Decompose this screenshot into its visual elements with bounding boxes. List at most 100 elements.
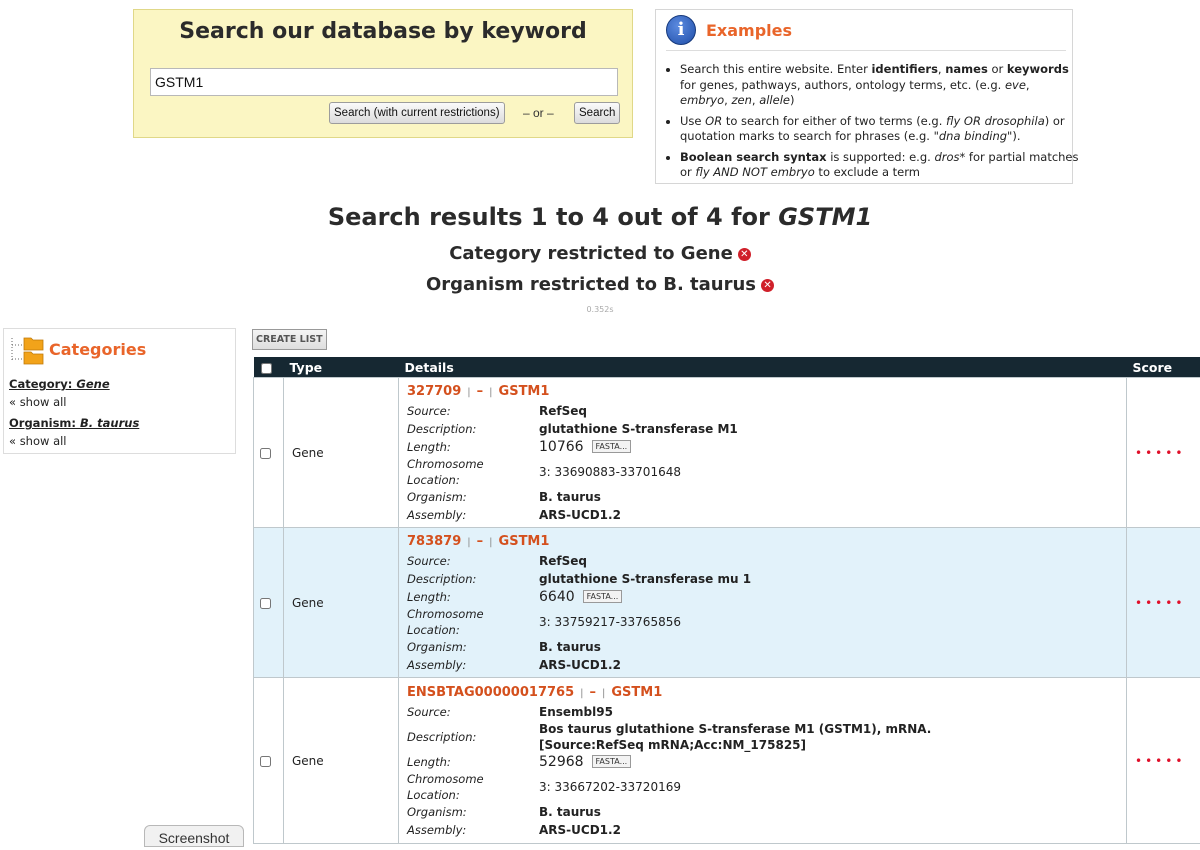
length-label: Length: xyxy=(407,588,539,606)
score-column-header: Score xyxy=(1127,357,1200,378)
fasta-button[interactable]: FASTA... xyxy=(592,440,632,453)
results-title: Search results 1 to 4 out of 4 for GSTM1 xyxy=(0,203,1200,231)
category-prefix: Category: xyxy=(9,377,72,391)
assembly-label: Assembly: xyxy=(407,506,539,524)
search-button[interactable]: Search xyxy=(574,102,620,124)
organism-label: Organism: xyxy=(407,803,539,821)
length-label: Length: xyxy=(407,753,539,771)
source-value: RefSeq xyxy=(539,552,587,570)
organism-value: B. taurus xyxy=(539,803,601,821)
organism-label: Organism: xyxy=(407,638,539,656)
type-column-header: Type xyxy=(284,357,399,378)
location-value: 3: 33759217-33765856 xyxy=(539,613,681,631)
search-heading: Search our database by keyword xyxy=(134,19,632,44)
categories-title: Categories xyxy=(49,340,146,359)
gene-id-link[interactable]: 783879 xyxy=(407,534,461,549)
length-label: Length: xyxy=(407,438,539,456)
row-type: Gene xyxy=(284,378,399,528)
title-dash: – xyxy=(590,685,597,700)
row-details: 327709|–|GSTM1 Source:RefSeq Description… xyxy=(399,378,1127,528)
category-restriction: Category restricted to Gene ✕ xyxy=(0,243,1200,264)
category-restriction-text: Category restricted to Gene xyxy=(449,243,733,264)
organism-restriction: Organism restricted to B. taurus✕ xyxy=(0,274,1200,295)
title-dash: – xyxy=(477,384,484,399)
or-separator: – or – xyxy=(523,106,554,120)
source-value: RefSeq xyxy=(539,402,587,420)
organism-value: B. taurus xyxy=(539,638,601,656)
source-label: Source: xyxy=(407,703,539,721)
source-label: Source: xyxy=(407,552,539,570)
length-value: 52968 xyxy=(539,754,584,770)
search-timing: 0.352s xyxy=(0,305,1200,314)
divider xyxy=(666,50,1066,51)
category-value: Gene xyxy=(76,377,109,391)
description-label: Description: xyxy=(407,570,539,588)
category-show-all-link[interactable]: « show all xyxy=(9,395,67,409)
title-dash: – xyxy=(477,534,484,549)
details-column-header: Details xyxy=(399,357,1127,378)
location-value: 3: 33690883-33701648 xyxy=(539,463,681,481)
gene-symbol-link[interactable]: GSTM1 xyxy=(499,384,550,399)
assembly-label: Assembly: xyxy=(407,821,539,839)
fasta-button[interactable]: FASTA... xyxy=(583,590,623,603)
examples-list: Search this entire website. Enter identi… xyxy=(666,62,1080,186)
organism-value: B. taurus xyxy=(80,416,139,430)
select-all-checkbox[interactable] xyxy=(261,363,272,374)
assembly-label: Assembly: xyxy=(407,656,539,674)
row-type: Gene xyxy=(284,678,399,844)
row-details: ENSBTAG00000017765|–|GSTM1 Source:Ensemb… xyxy=(399,678,1127,844)
results-table: Type Details Score Gene 327709|–|GSTM1 S… xyxy=(253,357,1200,844)
table-row: Gene ENSBTAG00000017765|–|GSTM1 Source:E… xyxy=(254,678,1200,844)
assembly-value: ARS-UCD1.2 xyxy=(539,506,621,524)
gene-symbol-link[interactable]: GSTM1 xyxy=(611,685,662,700)
categories-panel: Categories Category: Gene « show all Org… xyxy=(3,328,236,454)
fasta-button[interactable]: FASTA... xyxy=(592,755,632,768)
row-details: 783879|–|GSTM1 Source:RefSeq Description… xyxy=(399,528,1127,678)
remove-category-restriction-icon[interactable]: ✕ xyxy=(738,248,751,261)
description-value: Bos taurus glutathione S-transferase M1 … xyxy=(539,721,1039,753)
score-dots: ••••• xyxy=(1127,678,1200,844)
length-value: 10766 xyxy=(539,439,584,455)
organism-show-all-link[interactable]: « show all xyxy=(9,434,67,448)
location-label: ChromosomeLocation: xyxy=(407,771,539,803)
description-value: glutathione S-transferase mu 1 xyxy=(539,570,751,588)
row-checkbox[interactable] xyxy=(260,756,271,767)
organism-label: Organism: xyxy=(407,488,539,506)
example-item: Boolean search syntax is supported: e.g.… xyxy=(680,150,1080,181)
gene-id-link[interactable]: 327709 xyxy=(407,384,461,399)
examples-title: Examples xyxy=(706,21,792,40)
table-row: Gene 327709|–|GSTM1 Source:RefSeq Descri… xyxy=(254,378,1200,528)
search-input[interactable] xyxy=(150,68,618,96)
search-panel: Search our database by keyword Search (w… xyxy=(133,9,633,138)
create-list-button[interactable]: CREATE LIST xyxy=(252,329,327,350)
row-checkbox[interactable] xyxy=(260,598,271,609)
assembly-value: ARS-UCD1.2 xyxy=(539,656,621,674)
gene-id-link[interactable]: ENSBTAG00000017765 xyxy=(407,685,574,700)
results-query: GSTM1 xyxy=(778,203,872,231)
row-type: Gene xyxy=(284,528,399,678)
source-label: Source: xyxy=(407,402,539,420)
table-header-row: Type Details Score xyxy=(254,357,1200,378)
location-value: 3: 33667202-33720169 xyxy=(539,778,681,796)
remove-organism-restriction-icon[interactable]: ✕ xyxy=(761,279,774,292)
source-value: Ensembl95 xyxy=(539,703,613,721)
folder-tree-icon xyxy=(10,335,46,365)
description-label: Description: xyxy=(407,728,539,746)
info-icon: i xyxy=(666,15,696,45)
screenshot-tab[interactable]: Screenshot xyxy=(144,825,244,847)
description-value: glutathione S-transferase M1 xyxy=(539,420,738,438)
organism-filter-label[interactable]: Organism: B. taurus xyxy=(9,416,139,430)
description-label: Description: xyxy=(407,420,539,438)
search-restricted-button[interactable]: Search (with current restrictions) xyxy=(329,102,505,124)
organism-prefix: Organism: xyxy=(9,416,76,430)
assembly-value: ARS-UCD1.2 xyxy=(539,821,621,839)
length-value: 6640 xyxy=(539,589,575,605)
examples-panel: i Examples Search this entire website. E… xyxy=(655,9,1073,184)
score-dots: ••••• xyxy=(1127,528,1200,678)
category-filter-label[interactable]: Category: Gene xyxy=(9,377,110,391)
location-label: ChromosomeLocation: xyxy=(407,606,539,638)
gene-symbol-link[interactable]: GSTM1 xyxy=(499,534,550,549)
location-label: ChromosomeLocation: xyxy=(407,456,539,488)
table-row: Gene 783879|–|GSTM1 Source:RefSeq Descri… xyxy=(254,528,1200,678)
row-checkbox[interactable] xyxy=(260,448,271,459)
